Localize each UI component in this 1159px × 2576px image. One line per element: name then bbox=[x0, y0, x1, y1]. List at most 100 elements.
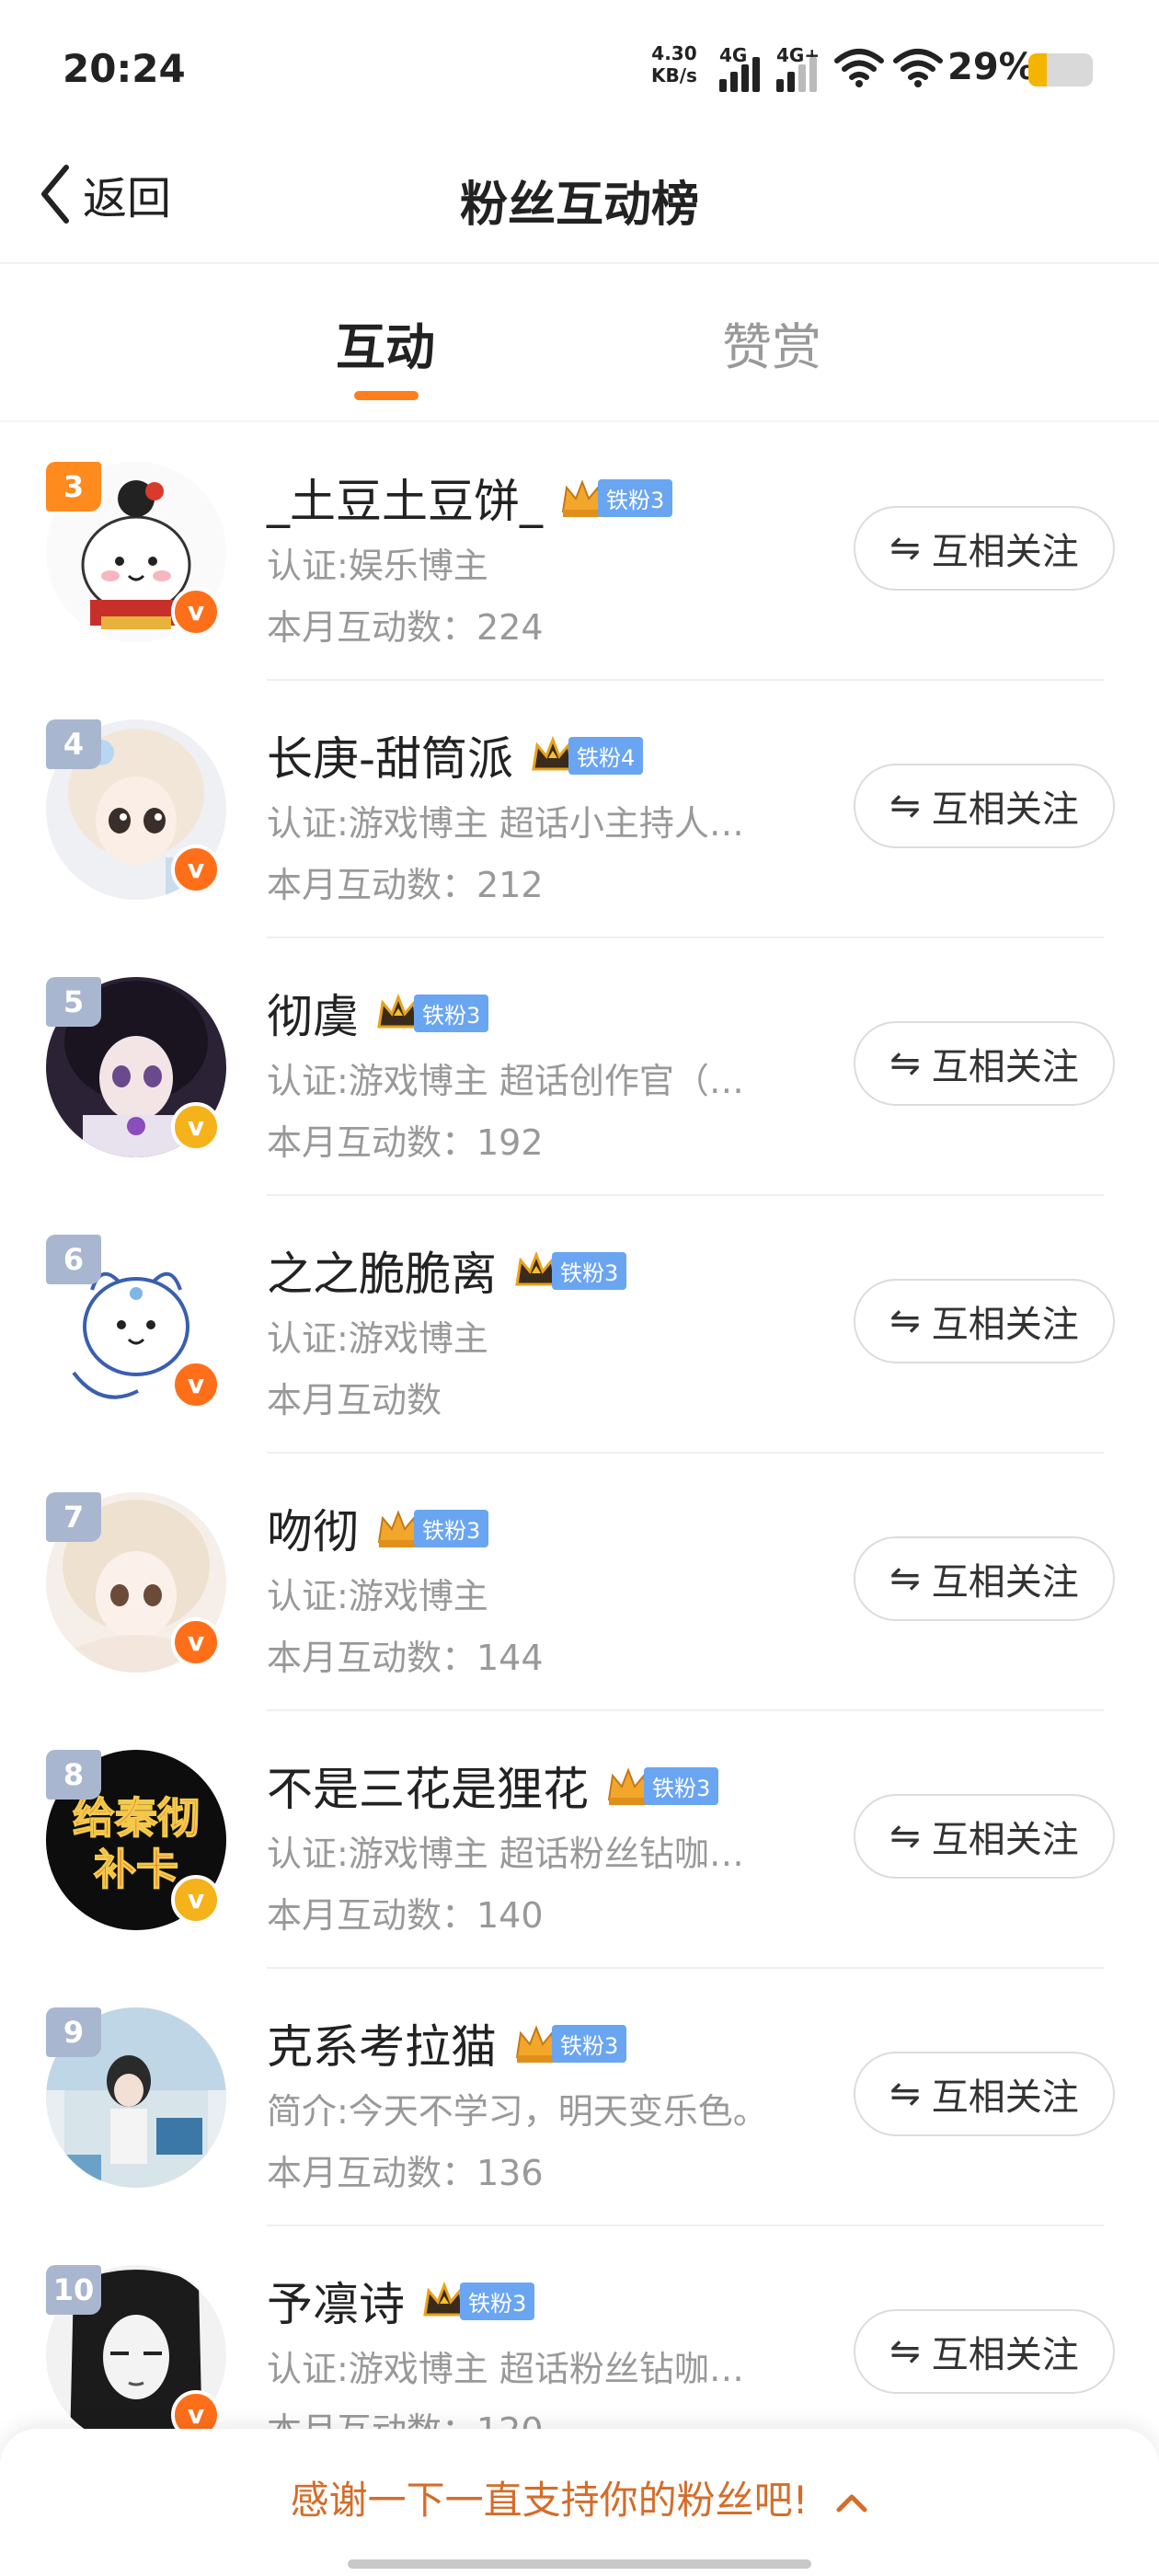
signal-label: 4G bbox=[719, 44, 748, 66]
tab-reward[interactable]: 赞赏 bbox=[722, 306, 821, 379]
interaction-count: 本月互动数：224 bbox=[267, 607, 544, 648]
avatar[interactable]: 4 v bbox=[46, 719, 226, 900]
verified-v-icon: v bbox=[171, 1875, 221, 1925]
mutual-follow-label: 互相关注 bbox=[931, 2334, 1079, 2376]
mutual-follow-icon: ⇋ bbox=[889, 2330, 921, 2373]
mutual-follow-button[interactable]: ⇋ 互相关注 bbox=[854, 1021, 1115, 1106]
nav-bar: 返回 粉丝互动榜 bbox=[0, 138, 1159, 264]
fan-level-label: 铁粉3 bbox=[460, 2282, 535, 2320]
thanks-fans-link[interactable]: 感谢一下一直支持你的粉丝吧! bbox=[0, 2469, 1159, 2525]
mutual-follow-label: 互相关注 bbox=[931, 531, 1079, 573]
fan-level-badge: 铁粉3 bbox=[375, 1507, 489, 1549]
fan-level-label: 铁粉3 bbox=[414, 1509, 489, 1547]
user-description: 认证:娱乐博主 bbox=[267, 546, 488, 586]
verified-v-icon: v bbox=[171, 1617, 221, 1667]
avatar[interactable]: 9 bbox=[46, 2007, 226, 2188]
network-speed: 4.30 KB/s bbox=[651, 42, 697, 86]
battery-level bbox=[1028, 53, 1048, 86]
list-item[interactable]: 5 v 彻虞 铁粉3 认证:游戏博主 超话创作官（… 本月互动数：192 ⇋ 互… bbox=[0, 938, 1159, 1196]
rank-badge: 9 bbox=[46, 2007, 101, 2057]
page-title: 粉丝互动榜 bbox=[459, 178, 699, 233]
interaction-count: 本月互动数：144 bbox=[267, 1638, 544, 1678]
mutual-follow-icon: ⇋ bbox=[889, 785, 921, 827]
wifi-icon-2 bbox=[893, 49, 943, 87]
mutual-follow-button[interactable]: ⇋ 互相关注 bbox=[854, 2052, 1115, 2136]
mutual-follow-label: 互相关注 bbox=[931, 1046, 1079, 1088]
fan-level-label: 铁粉3 bbox=[552, 1251, 627, 1290]
user-name[interactable]: 吻彻 bbox=[267, 1495, 359, 1561]
rank-badge: 10 bbox=[46, 2265, 101, 2315]
verified-v-icon: v bbox=[171, 587, 221, 637]
mutual-follow-button[interactable]: ⇋ 互相关注 bbox=[854, 764, 1115, 848]
fan-level-badge: 铁粉3 bbox=[605, 1765, 719, 1807]
rank-badge: 3 bbox=[46, 462, 101, 512]
list-item[interactable]: 3 v _土豆土豆饼_ 铁粉3 认证:娱乐博主 本月互动数：224 ⇋ 互相关注 bbox=[0, 423, 1159, 681]
mutual-follow-icon: ⇋ bbox=[889, 1300, 921, 1342]
fan-level-label: 铁粉3 bbox=[552, 2024, 627, 2063]
interaction-count: 本月互动数：140 bbox=[267, 1895, 544, 1936]
status-bar: 20:24 4.30 KB/s 4G 4G+ 29% bbox=[0, 0, 1159, 138]
thanks-fans-text: 感谢一下一直支持你的粉丝吧! bbox=[290, 2478, 809, 2523]
user-name[interactable]: 之之脆脆离 bbox=[267, 1237, 497, 1304]
user-description: 认证:游戏博主 bbox=[267, 1318, 488, 1359]
home-indicator[interactable] bbox=[348, 2559, 811, 2569]
user-name[interactable]: 克系考拉猫 bbox=[267, 2010, 497, 2076]
wifi-icon bbox=[834, 49, 884, 87]
network-speed-value: 4.30 bbox=[651, 42, 697, 64]
interaction-count: 本月互动数：192 bbox=[267, 1122, 544, 1163]
rank-badge: 5 bbox=[46, 977, 101, 1027]
user-name[interactable]: 不是三花是狸花 bbox=[267, 1753, 589, 1819]
network-speed-unit: KB/s bbox=[651, 64, 697, 86]
battery-percent: 29% bbox=[947, 46, 1036, 88]
interaction-count: 本月互动数：212 bbox=[267, 865, 544, 905]
avatar[interactable]: 3 v bbox=[46, 462, 226, 642]
list-item[interactable]: 9 克系考拉猫 铁粉3 简介:今天不学习，明天变乐色。 本月互动数：136 ⇋ … bbox=[0, 1969, 1159, 2226]
mutual-follow-label: 互相关注 bbox=[931, 1819, 1079, 1861]
mutual-follow-label: 互相关注 bbox=[931, 1561, 1079, 1604]
fan-level-badge: 铁粉3 bbox=[559, 477, 673, 519]
list-item[interactable]: 4 v 长庚-甜筒派 铁粉4 认证:游戏博主 超话小主持人… 本月互动数：212… bbox=[0, 681, 1159, 938]
user-description: 认证:游戏博主 超话粉丝钻咖… bbox=[267, 2349, 744, 2389]
user-description: 认证:游戏博主 超话创作官（… bbox=[267, 1061, 744, 1101]
interaction-count: 本月互动数 bbox=[267, 1380, 442, 1420]
mutual-follow-label: 互相关注 bbox=[931, 1304, 1079, 1346]
fan-level-badge: 铁粉3 bbox=[421, 2280, 535, 2322]
fan-level-badge: 铁粉4 bbox=[530, 734, 644, 776]
mutual-follow-icon: ⇋ bbox=[889, 1558, 921, 1600]
avatar[interactable]: 10 v bbox=[46, 2265, 226, 2445]
mutual-follow-button[interactable]: ⇋ 互相关注 bbox=[854, 2309, 1115, 2394]
mutual-follow-button[interactable]: ⇋ 互相关注 bbox=[854, 506, 1115, 591]
mutual-follow-button[interactable]: ⇋ 互相关注 bbox=[854, 1279, 1115, 1363]
fan-level-badge: 铁粉3 bbox=[513, 1249, 627, 1292]
mutual-follow-icon: ⇋ bbox=[889, 1815, 921, 1857]
tab-bar: 互动 赞赏 bbox=[0, 264, 1159, 422]
list-item[interactable]: 给秦彻 补卡 8 v 不是三花是狸花 铁粉3 认证:游戏博主 超话粉丝钻咖… 本… bbox=[0, 1711, 1159, 1969]
user-name[interactable]: _土豆土豆饼_ bbox=[267, 465, 543, 531]
cell-signal-icon-2: 4G+ bbox=[776, 44, 824, 92]
avatar[interactable]: 7 v bbox=[46, 1492, 226, 1673]
mutual-follow-icon: ⇋ bbox=[889, 1042, 921, 1085]
thanks-fans-bar[interactable]: 感谢一下一直支持你的粉丝吧! bbox=[0, 2429, 1159, 2576]
status-time: 20:24 bbox=[63, 46, 186, 91]
fan-level-label: 铁粉3 bbox=[598, 478, 673, 517]
fan-level-label: 铁粉3 bbox=[644, 1766, 719, 1805]
fan-level-label: 铁粉3 bbox=[414, 994, 489, 1032]
user-name[interactable]: 予凛诗 bbox=[267, 2268, 405, 2334]
mutual-follow-icon: ⇋ bbox=[889, 2073, 921, 2115]
user-name[interactable]: 彻虞 bbox=[267, 980, 359, 1046]
user-description: 简介:今天不学习，明天变乐色。 bbox=[267, 2091, 768, 2132]
avatar-text-line1: 给秦彻 bbox=[73, 1793, 200, 1843]
avatar[interactable]: 给秦彻 补卡 8 v bbox=[46, 1750, 226, 1930]
tab-interaction[interactable]: 互动 bbox=[336, 306, 435, 379]
list-item[interactable]: 6 v 之之脆脆离 铁粉3 认证:游戏博主 本月互动数 ⇋ 互相关注 bbox=[0, 1196, 1159, 1454]
mutual-follow-button[interactable]: ⇋ 互相关注 bbox=[854, 1536, 1115, 1621]
fan-level-label: 铁粉4 bbox=[568, 736, 644, 775]
avatar[interactable]: 6 v bbox=[46, 1235, 226, 1415]
user-description: 认证:游戏博主 超话小主持人… bbox=[267, 803, 744, 844]
avatar[interactable]: 5 v bbox=[46, 977, 226, 1157]
mutual-follow-button[interactable]: ⇋ 互相关注 bbox=[854, 1794, 1115, 1879]
list-item[interactable]: 7 v 吻彻 铁粉3 认证:游戏博主 本月互动数：144 ⇋ 互相关注 bbox=[0, 1454, 1159, 1711]
user-name[interactable]: 长庚-甜筒派 bbox=[267, 722, 513, 788]
user-description: 认证:游戏博主 超话粉丝钻咖… bbox=[267, 1834, 744, 1874]
user-description: 认证:游戏博主 bbox=[267, 1576, 488, 1616]
